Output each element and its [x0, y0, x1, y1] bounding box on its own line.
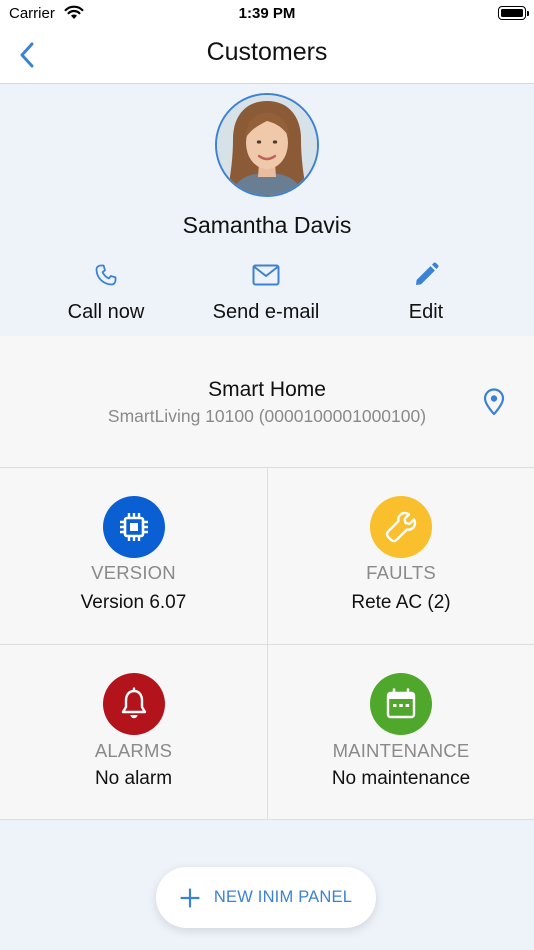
edit-label: Edit — [408, 301, 444, 323]
maintenance-value: No maintenance — [331, 768, 471, 789]
alarms-value: No alarm — [94, 768, 173, 789]
page-title: Customers — [206, 38, 328, 66]
chip-icon — [102, 496, 165, 558]
version-value: Version 6.07 — [80, 592, 187, 613]
version-label: VERSION — [91, 562, 176, 583]
call-now-label: Call now — [67, 301, 145, 323]
navigation-bar: Customers — [0, 28, 534, 84]
edit-button[interactable]: Edit — [346, 262, 506, 324]
grid-divider — [0, 644, 534, 645]
faults-tile[interactable]: FAULTS Rete AC (2) — [268, 468, 534, 644]
site-name: Smart Home — [208, 378, 326, 401]
call-now-button[interactable]: Call now — [26, 262, 186, 324]
alarms-tile[interactable]: ALARMS No alarm — [0, 645, 267, 819]
wrench-icon — [370, 496, 432, 558]
maintenance-tile[interactable]: MAINTENANCE No maintenance — [268, 645, 534, 819]
mail-icon — [186, 262, 346, 288]
bell-icon — [102, 673, 165, 735]
location-pin-icon[interactable] — [481, 388, 507, 416]
new-inim-panel-label: NEW INIM PANEL — [213, 888, 353, 906]
avatar — [215, 93, 319, 197]
pencil-icon — [346, 262, 506, 288]
version-tile[interactable]: VERSION Version 6.07 — [0, 468, 267, 644]
customer-profile: Samantha Davis Call now Send e-mail Edit — [0, 84, 534, 336]
status-bar: Carrier 1:39 PM — [0, 0, 534, 28]
new-inim-panel-button[interactable]: NEW INIM PANEL — [156, 867, 376, 928]
faults-value: Rete AC (2) — [351, 592, 451, 613]
site-card[interactable]: Smart Home SmartLiving 10100 (0000100001… — [0, 336, 534, 468]
grid-divider — [0, 819, 534, 820]
send-email-label: Send e-mail — [212, 301, 320, 323]
calendar-icon — [370, 673, 432, 735]
alarms-label: ALARMS — [94, 740, 173, 761]
phone-icon — [26, 262, 186, 288]
customer-name: Samantha Davis — [182, 212, 352, 238]
maintenance-label: MAINTENANCE — [332, 740, 470, 761]
plus-icon — [180, 887, 200, 908]
battery-icon — [498, 6, 529, 20]
send-email-button[interactable]: Send e-mail — [186, 262, 346, 324]
clock-label: 1:39 PM — [238, 5, 296, 22]
faults-label: FAULTS — [366, 562, 436, 583]
site-device: SmartLiving 10100 (0000100001000100) — [107, 406, 427, 426]
